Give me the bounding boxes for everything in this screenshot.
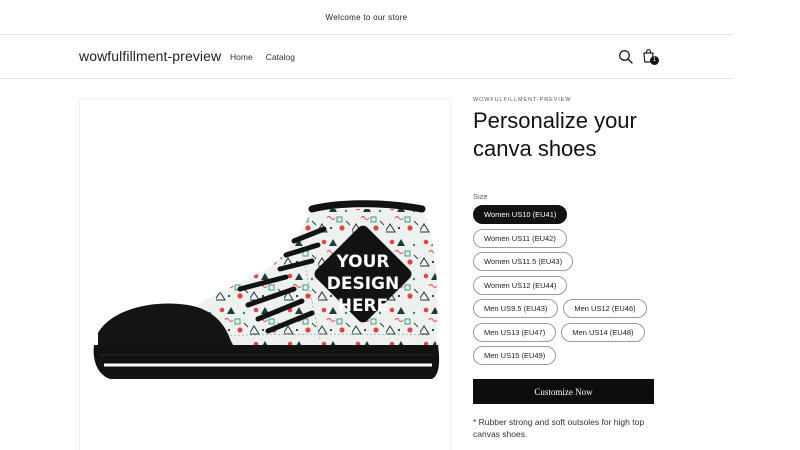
size-option-women-us11-5[interactable]: Women US11.5 (EU43) xyxy=(473,252,574,271)
shoe-illustration: YOUR DESIGN HERE xyxy=(93,200,440,379)
announcement-bar: Welcome to our store xyxy=(0,0,733,35)
site-header: wowfulfillment-preview Home Catalog 1 xyxy=(0,35,733,79)
size-options: Women US10 (EU41) Women US11 (EU42) Wome… xyxy=(473,205,663,370)
main-nav: Home Catalog xyxy=(230,52,295,62)
design-placeholder-line3: HERE xyxy=(338,296,389,316)
cart-count-badge: 1 xyxy=(650,56,659,65)
product-image[interactable]: YOUR DESIGN HERE xyxy=(79,98,451,450)
customize-now-button[interactable]: Customize Now xyxy=(473,379,654,404)
size-option-men-us15[interactable]: Men US15 (EU49) xyxy=(473,346,557,365)
product-info: WOWFULFILLMENT-PREVIEW Personalize your … xyxy=(473,97,663,163)
product-title: Personalize your canva shoes xyxy=(473,107,663,163)
store-logo[interactable]: wowfulfillment-preview xyxy=(79,48,221,64)
search-icon[interactable] xyxy=(617,48,635,66)
design-placeholder-line2: DESIGN xyxy=(327,274,399,294)
size-option-men-us14[interactable]: Men US14 (EU48) xyxy=(561,322,645,342)
size-label: Size xyxy=(473,192,488,201)
product-title-line2: canva shoes xyxy=(473,136,597,161)
announcement-text: Welcome to our store xyxy=(325,12,408,22)
size-option-men-us9-5[interactable]: Men US9.5 (EU43) xyxy=(473,299,559,318)
nav-home[interactable]: Home xyxy=(230,52,253,62)
size-option-women-us10[interactable]: Women US10 (EU41) xyxy=(473,205,568,224)
nav-catalog[interactable]: Catalog xyxy=(266,52,295,62)
product-vendor: WOWFULFILLMENT-PREVIEW xyxy=(473,97,572,103)
size-option-women-us12[interactable]: Women US12 (EU44) xyxy=(473,275,568,295)
product-title-line1: Personalize your xyxy=(473,108,637,133)
cart-icon[interactable]: 1 xyxy=(640,47,659,65)
product-description: * Rubber strong and soft outsoles for hi… xyxy=(473,417,645,439)
description-overflow xyxy=(473,446,663,450)
size-option-men-us13[interactable]: Men US13 (EU47) xyxy=(473,322,557,342)
size-option-men-us12[interactable]: Men US12 (EU46) xyxy=(563,299,647,318)
design-placeholder-line1: YOUR xyxy=(335,252,389,272)
size-option-women-us11[interactable]: Women US11 (EU42) xyxy=(473,228,567,248)
